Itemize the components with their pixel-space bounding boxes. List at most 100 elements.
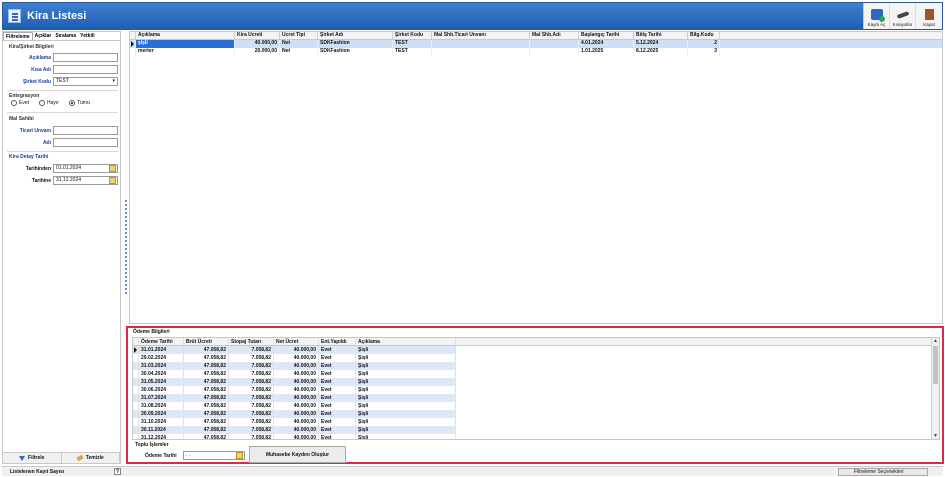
tarihinden-date-input[interactable]: 01.01.2024 — [53, 164, 118, 173]
cell-sirket-adi[interactable]: SDKFashion — [318, 40, 393, 48]
cell-aciklama[interactable]: Şişli — [356, 418, 456, 426]
table-row[interactable]: 30.09.2024 47.058,82 7.058,82 40.000,00 Evet… — [133, 410, 939, 418]
cell-ent-yapildi[interactable]: Evet — [319, 426, 356, 434]
cell-mal-shb-adi[interactable] — [530, 48, 579, 56]
cell-mal-shb-ticari-unvani[interactable] — [432, 40, 530, 48]
col-aciklama[interactable]: Açıklama — [136, 32, 235, 39]
aciklama-input[interactable] — [53, 53, 118, 62]
cell-aciklama[interactable]: merter — [136, 48, 235, 56]
cell-brut-ucreti[interactable]: 47.058,82 — [184, 386, 229, 394]
cell-stopaj-tutari[interactable]: 7.058,82 — [229, 410, 274, 418]
cell-net-ucret[interactable]: 40.000,00 — [274, 346, 319, 354]
radio-tumu-dot[interactable] — [68, 100, 75, 106]
cell-net-ucret[interactable]: 40.000,00 — [274, 426, 319, 434]
cell-net-ucret[interactable]: 40.000,00 — [274, 434, 319, 439]
vertical-scrollbar[interactable]: ▲ ▼ — [931, 338, 939, 439]
cell-kira-ucreti[interactable]: 40.000,00 — [235, 40, 280, 48]
panel-splitter[interactable] — [124, 200, 128, 296]
help-button[interactable]: ? — [114, 468, 121, 475]
tab-filtreleme[interactable]: Filtreleme — [3, 32, 33, 40]
cell-stopaj-tutari[interactable]: 7.058,82 — [229, 386, 274, 394]
radio-evet[interactable]: Evet — [11, 100, 29, 106]
table-row[interactable]: 31.03.2024 47.058,82 7.058,82 40.000,00 Evet… — [133, 362, 939, 370]
cell-bitis-tarihi[interactable]: 5.12.2024 — [634, 40, 688, 48]
cell-brut-ucreti[interactable]: 47.058,82 — [184, 394, 229, 402]
cell-net-ucret[interactable]: 40.000,00 — [274, 418, 319, 426]
cell-odeme-tarihi[interactable]: 31.07.2024 — [139, 394, 184, 402]
table-row[interactable]: 30.06.2024 47.058,82 7.058,82 40.000,00 Evet… — [133, 386, 939, 394]
table-row[interactable]: 30.04.2024 47.058,82 7.058,82 40.000,00 Evet… — [133, 370, 939, 378]
cell-stopaj-tutari[interactable]: 7.058,82 — [229, 370, 274, 378]
cell-aciklama[interactable]: Şişli — [356, 386, 456, 394]
cell-odeme-tarihi[interactable]: 30.06.2024 — [139, 386, 184, 394]
col-odeme-tarihi[interactable]: Ödeme Tarihi — [139, 338, 184, 345]
col-baslangic-tarihi[interactable]: Başlangıç Tarihi — [579, 32, 634, 39]
scroll-up-icon[interactable]: ▲ — [933, 338, 938, 344]
tarihine-date-input[interactable]: 31.12.2024 — [53, 176, 118, 185]
table-row[interactable]: 29.02.2024 47.058,82 7.058,82 40.000,00 Evet… — [133, 354, 939, 362]
tab-siralama[interactable]: Sıralama — [53, 32, 78, 40]
cell-odeme-tarihi[interactable]: 29.02.2024 — [139, 354, 184, 362]
cell-aciklama[interactable]: Şişli — [356, 434, 456, 439]
cell-ent-yapildi[interactable]: Evet — [319, 346, 356, 354]
cell-aciklama[interactable]: Şişli — [356, 410, 456, 418]
cell-brut-ucreti[interactable]: 47.058,82 — [184, 354, 229, 362]
cell-kira-ucreti[interactable]: 20.000,00 — [235, 48, 280, 56]
cell-aciklama[interactable]: şişli — [136, 40, 235, 48]
cell-bilg-kodu[interactable]: 3 — [688, 48, 720, 56]
table-row[interactable]: 31.07.2024 47.058,82 7.058,82 40.000,00 Evet… — [133, 394, 939, 402]
cell-sirket-kodu[interactable]: TEST — [393, 40, 432, 48]
cell-sirket-kodu[interactable]: TEST — [393, 48, 432, 56]
cell-odeme-tarihi[interactable]: 31.10.2024 — [139, 418, 184, 426]
col-stopaj-tutari[interactable]: Stopaj Tutarı — [229, 338, 274, 345]
cell-aciklama[interactable]: Şişli — [356, 402, 456, 410]
tab-aciklar[interactable]: Açıklar — [33, 32, 54, 40]
cell-stopaj-tutari[interactable]: 7.058,82 — [229, 362, 274, 370]
cell-aciklama[interactable]: Şişli — [356, 426, 456, 434]
cell-stopaj-tutari[interactable]: 7.058,82 — [229, 394, 274, 402]
scroll-down-icon[interactable]: ▼ — [933, 433, 938, 439]
col-mal-shb-adi[interactable]: Mal Shb.Adı — [530, 32, 579, 39]
cell-odeme-tarihi[interactable]: 30.11.2024 — [139, 426, 184, 434]
cell-ent-yapildi[interactable]: Evet — [319, 410, 356, 418]
cell-stopaj-tutari[interactable]: 7.058,82 — [229, 378, 274, 386]
kisayollar-button[interactable]: Kısayollar — [890, 3, 916, 29]
filtreleme-secenekleri-button[interactable]: Filtreleme Seçenekleri — [838, 468, 928, 476]
col-mal-shb-ticari-unvani[interactable]: Mal Shb.Ticari Unvanı — [432, 32, 530, 39]
cell-ent-yapildi[interactable]: Evet — [319, 434, 356, 439]
cell-brut-ucreti[interactable]: 47.058,82 — [184, 370, 229, 378]
cell-odeme-tarihi[interactable]: 31.05.2024 — [139, 378, 184, 386]
cell-ent-yapildi[interactable]: Evet — [319, 418, 356, 426]
cell-ent-yapildi[interactable]: Evet — [319, 370, 356, 378]
cell-baslangic-tarihi[interactable]: 1.01.2025 — [579, 48, 634, 56]
table-row[interactable]: 31.10.2024 47.058,82 7.058,82 40.000,00 Evet… — [133, 418, 939, 426]
radio-tumu[interactable]: Tümü — [68, 100, 90, 106]
cell-bilg-kodu[interactable]: 2 — [688, 40, 720, 48]
col-brut-ucreti[interactable]: Brüt Ücreti — [184, 338, 229, 345]
cell-brut-ucreti[interactable]: 47.058,82 — [184, 426, 229, 434]
calendar-icon[interactable] — [109, 165, 116, 172]
cell-net-ucret[interactable]: 40.000,00 — [274, 394, 319, 402]
odeme-tarihi-input[interactable]: . . — [183, 451, 245, 460]
cell-stopaj-tutari[interactable]: 7.058,82 — [229, 418, 274, 426]
muhasebe-kaydi-olustur-button[interactable]: Muhasebe Kaydını Oluştur — [249, 446, 346, 463]
radio-hayir-dot[interactable] — [39, 100, 46, 106]
cell-aciklama[interactable]: Şişli — [356, 354, 456, 362]
cell-net-ucret[interactable]: 40.000,00 — [274, 410, 319, 418]
cell-aciklama[interactable]: Şişli — [356, 346, 456, 354]
cell-odeme-tarihi[interactable]: 30.04.2024 — [139, 370, 184, 378]
cell-ent-yapildi[interactable]: Evet — [319, 394, 356, 402]
cell-brut-ucreti[interactable]: 47.058,82 — [184, 346, 229, 354]
cell-bitis-tarihi[interactable]: 8.12.2025 — [634, 48, 688, 56]
col-sirket-adi[interactable]: Şirket Adı — [318, 32, 393, 39]
table-row[interactable]: merter 20.000,00 Net SDKFashion TEST 1.0… — [130, 48, 942, 56]
kapat-button[interactable]: Kapat — [916, 3, 942, 29]
col-bitis-tarihi[interactable]: Bitiş Tarihi — [634, 32, 688, 39]
cell-mal-shb-adi[interactable] — [530, 40, 579, 48]
cell-ent-yapildi[interactable]: Evet — [319, 402, 356, 410]
cell-stopaj-tutari[interactable]: 7.058,82 — [229, 346, 274, 354]
cell-baslangic-tarihi[interactable]: 4.01.2024 — [579, 40, 634, 48]
cell-odeme-tarihi[interactable]: 31.08.2024 — [139, 402, 184, 410]
cell-ent-yapildi[interactable]: Evet — [319, 354, 356, 362]
col-kira-ucreti[interactable]: Kira Ücreti — [235, 32, 280, 39]
